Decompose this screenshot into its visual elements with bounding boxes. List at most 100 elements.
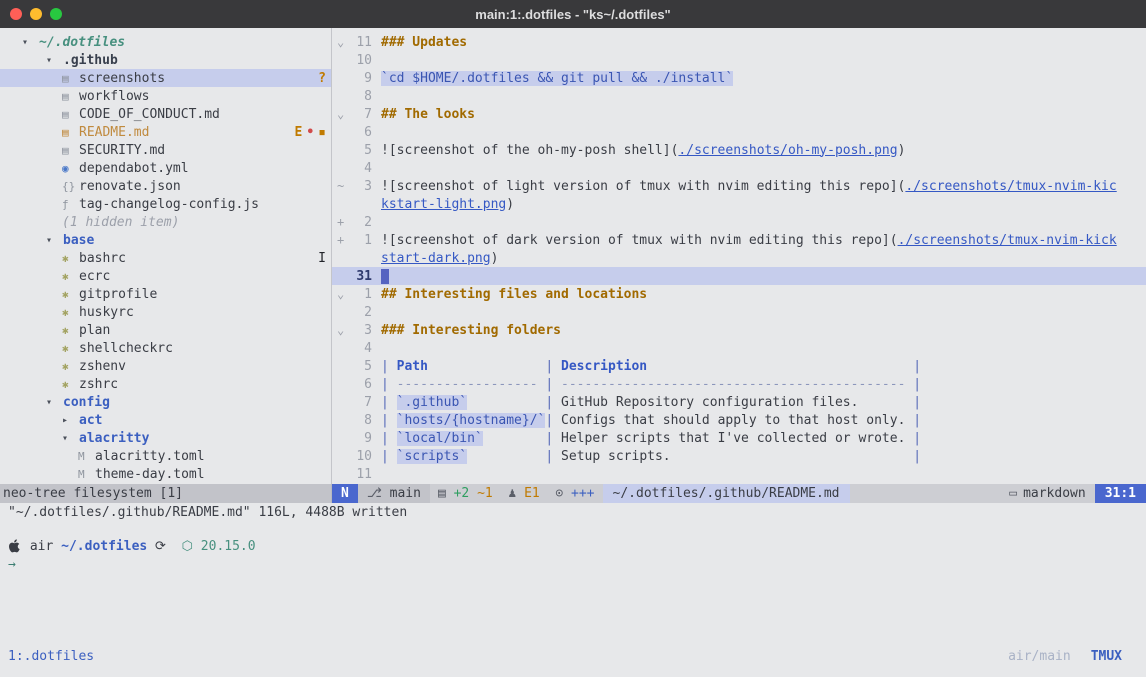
text-segment: `cd $HOME/.dotfiles && git pull && ./ins… xyxy=(381,71,733,86)
statusline-segment-text: +2 xyxy=(454,486,477,501)
line-number: 31 xyxy=(348,269,372,284)
editor-line[interactable]: ⌄7## The looks xyxy=(332,105,1146,123)
tree-item[interactable]: {}renovate.json xyxy=(0,177,331,195)
editor-line[interactable]: kstart-light.png) xyxy=(332,195,1146,213)
editor-line[interactable]: 8 xyxy=(332,87,1146,105)
tree-item[interactable]: ƒtag-changelog-config.js xyxy=(0,195,331,213)
shell-prompt[interactable]: air ~/.dotfiles ⟳ ⬡ 20.15.0 xyxy=(8,537,1138,555)
tree-item[interactable]: ▾.github xyxy=(0,51,331,69)
editor-line[interactable]: 31 xyxy=(332,267,1146,285)
editor-line[interactable]: +1![screenshot of dark version of tmux w… xyxy=(332,231,1146,249)
editor-line[interactable]: 5![screenshot of the oh-my-posh shell](.… xyxy=(332,141,1146,159)
text-segment: | xyxy=(913,413,921,428)
tree-item[interactable]: ▾base xyxy=(0,231,331,249)
shell-file-icon: ✱ xyxy=(62,378,79,391)
close-button[interactable] xyxy=(10,8,22,20)
editor-line[interactable]: start-dark.png) xyxy=(332,249,1146,267)
statusline-segment-text: ▤ xyxy=(438,486,454,501)
tree-item[interactable]: ✱shellcheckrc xyxy=(0,339,331,357)
text-segment: ./screenshots/tmux-nvim-kic xyxy=(905,179,1116,194)
markdown-icon: ▭ xyxy=(1009,486,1017,501)
line-number: 2 xyxy=(348,215,372,230)
tree-item-badges: E•▪ xyxy=(295,125,331,140)
command-line-message: "~/.dotfiles/.github/README.md" 116L, 44… xyxy=(8,505,407,520)
tree-item[interactable]: ✱ecrc xyxy=(0,267,331,285)
tree-item[interactable]: ▾alacritty xyxy=(0,429,331,447)
minimize-button[interactable] xyxy=(30,8,42,20)
editor-line[interactable]: ⌄11### Updates xyxy=(332,33,1146,51)
text-segment: | xyxy=(381,413,397,428)
fold-marker: ⌄ xyxy=(332,35,348,49)
status-badge: • xyxy=(306,125,314,140)
titlebar: main:1:.dotfiles - "ks~/.dotfiles" xyxy=(0,0,1146,28)
tree-item[interactable]: ▤SECURITY.md xyxy=(0,141,331,159)
text-segment: ) xyxy=(898,143,906,158)
tree-item[interactable]: ▾~/.dotfiles xyxy=(0,33,331,51)
statusline-segment-text: E1 xyxy=(524,486,555,501)
tree-item-label: CODE_OF_CONDUCT.md xyxy=(79,107,220,122)
editor-line[interactable]: 2 xyxy=(332,303,1146,321)
tree-item-label: zshenv xyxy=(79,359,126,374)
shell-file-icon: ✱ xyxy=(62,252,79,265)
tree-item[interactable]: ✱gitprofile xyxy=(0,285,331,303)
tree-item[interactable]: (1 hidden item) xyxy=(0,213,331,231)
shell-file-icon: ✱ xyxy=(62,342,79,355)
js-icon: ƒ xyxy=(62,198,79,211)
status-badge: ? xyxy=(318,71,326,86)
text-segment: GitHub Repository configuration files. xyxy=(561,395,858,410)
editor-line[interactable]: 6| ------------------ | ----------------… xyxy=(332,375,1146,393)
tree-item-label: README.md xyxy=(79,125,149,140)
chevron-down-icon: ▾ xyxy=(46,235,63,246)
shell-input-line[interactable]: → xyxy=(8,555,1138,573)
statusline-segment-text: ~1 xyxy=(477,486,508,501)
tree-item-label: ~/.dotfiles xyxy=(39,35,125,50)
editor-line[interactable]: 7| `.github` | GitHub Repository configu… xyxy=(332,393,1146,411)
mode-indicator: N xyxy=(332,484,358,503)
editor-line[interactable]: 11 xyxy=(332,465,1146,483)
zoom-button[interactable] xyxy=(50,8,62,20)
text-segment xyxy=(483,431,546,446)
text-segment xyxy=(428,359,545,374)
editor-line[interactable]: 10| `scripts` | Setup scripts. | xyxy=(332,447,1146,465)
text-segment: | xyxy=(913,449,921,464)
editor-line[interactable]: 8| `hosts/{hostname}/`| Configs that sho… xyxy=(332,411,1146,429)
tree-item[interactable]: Malacritty.toml xyxy=(0,447,331,465)
text-segment: ### Interesting folders xyxy=(381,323,561,338)
editor-line[interactable]: ~3![screenshot of light version of tmux … xyxy=(332,177,1146,195)
text-segment xyxy=(467,395,545,410)
tree-item[interactable]: ◉dependabot.yml xyxy=(0,159,331,177)
editor-line[interactable]: ⌄1## Interesting files and locations xyxy=(332,285,1146,303)
editor-line[interactable]: 10 xyxy=(332,51,1146,69)
text-segment: | xyxy=(913,377,921,392)
editor-line[interactable]: 6 xyxy=(332,123,1146,141)
status-badge: ▪ xyxy=(318,125,326,140)
editor-line[interactable]: 9| `local/bin` | Helper scripts that I'v… xyxy=(332,429,1146,447)
editor-line[interactable]: 9 `cd $HOME/.dotfiles && git pull && ./in… xyxy=(332,69,1146,87)
tree-item[interactable]: ▸act xyxy=(0,411,331,429)
tree-item[interactable]: ✱bashrcI xyxy=(0,249,331,267)
line-number: 11 xyxy=(348,467,372,482)
editor-line[interactable]: +2 xyxy=(332,213,1146,231)
tree-item[interactable]: Mtheme-day.toml xyxy=(0,465,331,483)
tree-item[interactable]: ✱plan xyxy=(0,321,331,339)
tree-item[interactable]: ▤README.mdE•▪ xyxy=(0,123,331,141)
line-number: 9 xyxy=(348,71,372,86)
tree-item[interactable]: ▤CODE_OF_CONDUCT.md xyxy=(0,105,331,123)
line-number: 8 xyxy=(348,89,372,104)
text-segment: ) xyxy=(506,197,514,212)
editor-line[interactable]: ⌄3### Interesting folders xyxy=(332,321,1146,339)
chevron-down-icon: ▾ xyxy=(46,55,63,66)
tree-item[interactable]: ▤workflows xyxy=(0,87,331,105)
tree-item[interactable]: ✱huskyrc xyxy=(0,303,331,321)
tmux-window-tab[interactable]: 1:.dotfiles xyxy=(8,649,94,664)
tree-item[interactable]: ▾config xyxy=(0,393,331,411)
tree-item[interactable]: ✱zshrc xyxy=(0,375,331,393)
editor-line[interactable]: 4 xyxy=(332,159,1146,177)
text-segment: ![screenshot of light version of tmux wi… xyxy=(381,179,905,194)
text-segment: | xyxy=(913,431,921,446)
tree-item[interactable]: ▤screenshots? xyxy=(0,69,331,87)
editor-line[interactable]: 4 xyxy=(332,339,1146,357)
editor-line[interactable]: 5| Path | Description | xyxy=(332,357,1146,375)
toml-file-icon: M xyxy=(78,468,95,481)
tree-item[interactable]: ✱zshenv xyxy=(0,357,331,375)
